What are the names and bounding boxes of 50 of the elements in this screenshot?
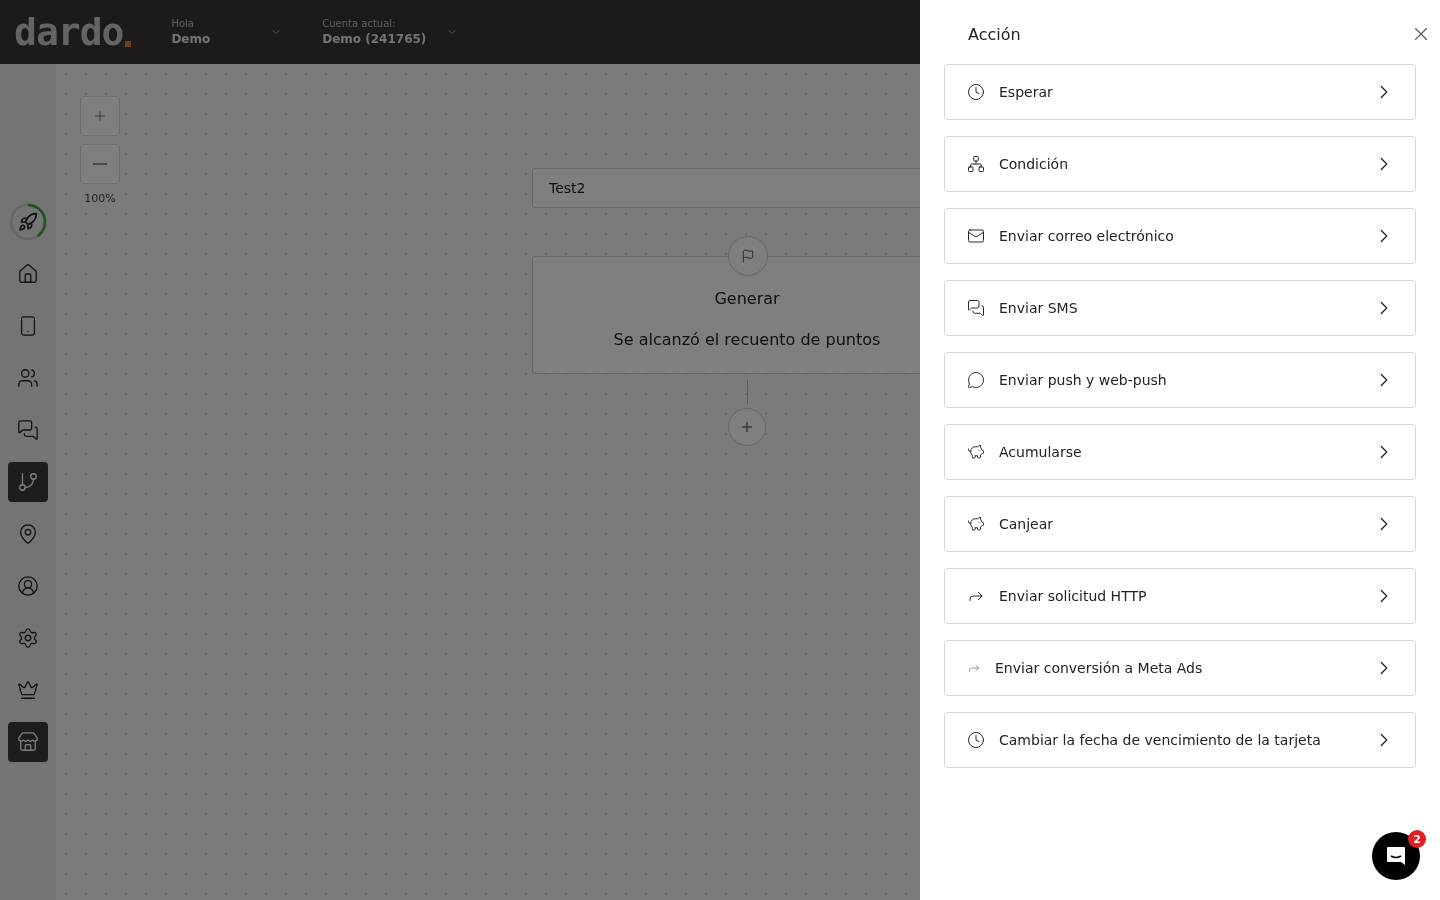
clock-icon (967, 731, 985, 749)
forward-arrow-icon (967, 661, 981, 675)
action-option[interactable]: Esperar (944, 64, 1416, 120)
chat-button[interactable] (1372, 832, 1420, 880)
branches-icon (967, 155, 985, 173)
flow-name-field[interactable]: Test2 (532, 168, 920, 208)
zoom-level: 100% (84, 192, 116, 205)
chat-bubbles-icon (967, 299, 985, 317)
action-option[interactable]: Canjear (944, 496, 1416, 552)
store-icon (17, 731, 39, 753)
logo: dardo (14, 13, 132, 51)
action-option[interactable]: Cambiar la fecha de vencimiento de la tarjeta (944, 712, 1416, 768)
account-name: Demo (241765) (322, 32, 427, 46)
trigger-node[interactable]: Generar Se alcanzó el recuento de puntos (532, 256, 920, 374)
settings-icon (17, 627, 39, 649)
home-icon (17, 263, 39, 285)
plus-icon (92, 108, 108, 124)
map-pin-icon (17, 523, 39, 545)
plus-icon (739, 419, 755, 435)
envelope-icon (967, 227, 985, 245)
greeting-label: Hola (171, 18, 195, 29)
minus-icon (93, 163, 107, 165)
account-label: Cuenta actual: (322, 18, 397, 29)
action-option[interactable]: Enviar correo electrónico (944, 208, 1416, 264)
flag-icon (728, 236, 768, 276)
sidebar-item[interactable] (8, 462, 48, 502)
user-name: Demo (171, 32, 211, 46)
user-icon (17, 575, 39, 597)
action-option[interactable]: Enviar SMS (944, 280, 1416, 336)
crown-icon (17, 679, 39, 701)
action-option[interactable]: Enviar conversión a Meta Ads (944, 640, 1416, 696)
node-title: Generar (714, 289, 780, 308)
chat-icon (1385, 845, 1407, 867)
add-step-button[interactable] (728, 408, 766, 446)
action-option[interactable]: Condición (944, 136, 1416, 192)
action-option[interactable]: Enviar solicitud HTTP (944, 568, 1416, 624)
notification-badge: 2 (1408, 830, 1426, 848)
chat-bubbles-icon (17, 419, 39, 441)
users-icon (17, 367, 39, 389)
node-description: Se alcanzó el recuento de puntos (613, 330, 881, 349)
piggy-bank-icon (967, 443, 985, 461)
action-option[interactable]: Enviar push y web-push (944, 352, 1416, 408)
sidebar-item[interactable] (8, 722, 48, 762)
drawer-title: Acción (968, 24, 1021, 44)
rocket-icon[interactable] (18, 212, 38, 232)
chat-bubble-icon (967, 371, 985, 389)
clock-icon (967, 83, 985, 101)
branch-icon (17, 471, 39, 493)
action-option[interactable]: Acumularse (944, 424, 1416, 480)
piggy-bank-icon (967, 515, 985, 533)
